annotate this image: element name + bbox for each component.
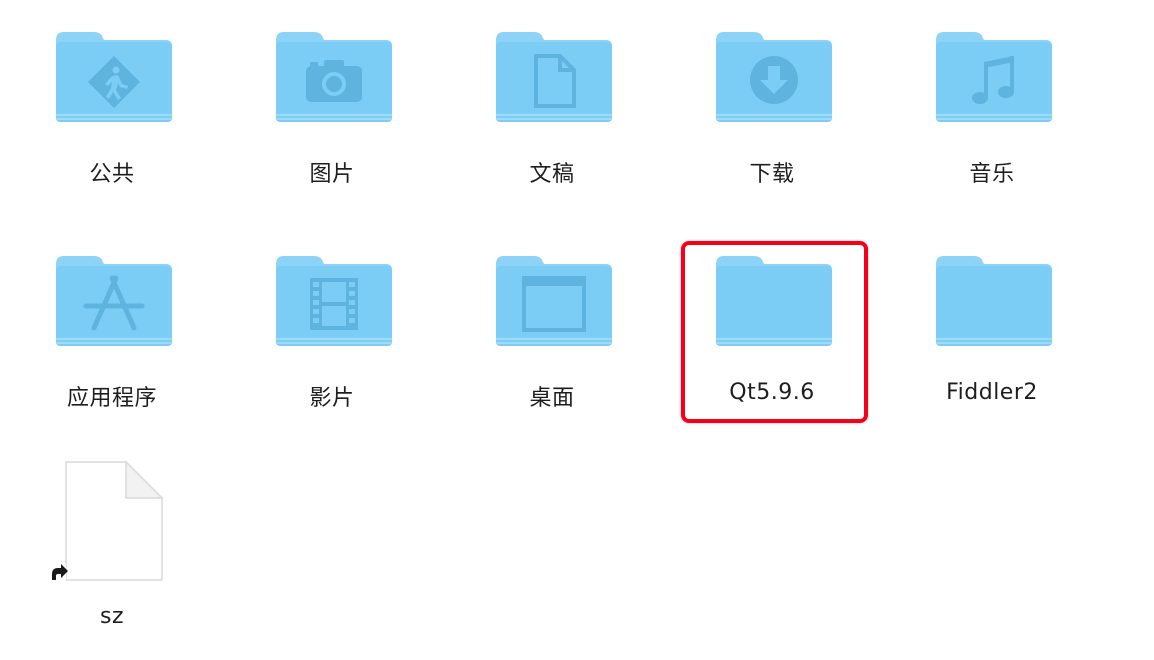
film-strip-icon [310, 278, 358, 330]
folder-music[interactable]: 音乐 [902, 28, 1082, 228]
item-label: 应用程序 [66, 386, 157, 411]
item-label: Fiddler2 [946, 380, 1038, 405]
folder-downloads[interactable]: 下载 [682, 28, 862, 228]
download-arrow-icon [750, 56, 798, 104]
folder-documents[interactable]: 文稿 [462, 28, 642, 228]
alias-file-icon [46, 460, 166, 588]
folder-icon [54, 252, 174, 352]
folder-icon [934, 28, 1054, 128]
item-label: 图片 [309, 162, 355, 187]
folder-desktop[interactable]: 桌面 [462, 252, 642, 452]
camera-icon [306, 60, 362, 102]
folder-fiddler[interactable]: Fiddler2 [902, 252, 1082, 452]
item-label: 文稿 [529, 162, 575, 187]
item-label: 下载 [749, 162, 795, 187]
folder-public[interactable]: 公共 [22, 28, 202, 228]
item-label: 公共 [89, 162, 135, 187]
folder-icon [494, 252, 614, 352]
folder-movies[interactable]: 影片 [242, 252, 422, 452]
folder-applications[interactable]: 应用程序 [22, 252, 202, 452]
folder-icon [274, 252, 394, 352]
item-label: 音乐 [969, 162, 1015, 187]
plain-folder-icon [934, 252, 1054, 352]
folder-icon [494, 28, 614, 128]
folder-pictures[interactable]: 图片 [242, 28, 422, 228]
selection-highlight-box [681, 241, 868, 423]
item-label: 桌面 [529, 386, 575, 411]
alias-arrow-icon [50, 564, 68, 580]
folder-icon [54, 28, 174, 128]
file-sz-alias[interactable]: sz [22, 460, 202, 660]
item-label: sz [99, 604, 124, 629]
folder-icon [274, 28, 394, 128]
folder-icon [714, 28, 834, 128]
item-label: 影片 [309, 386, 355, 411]
